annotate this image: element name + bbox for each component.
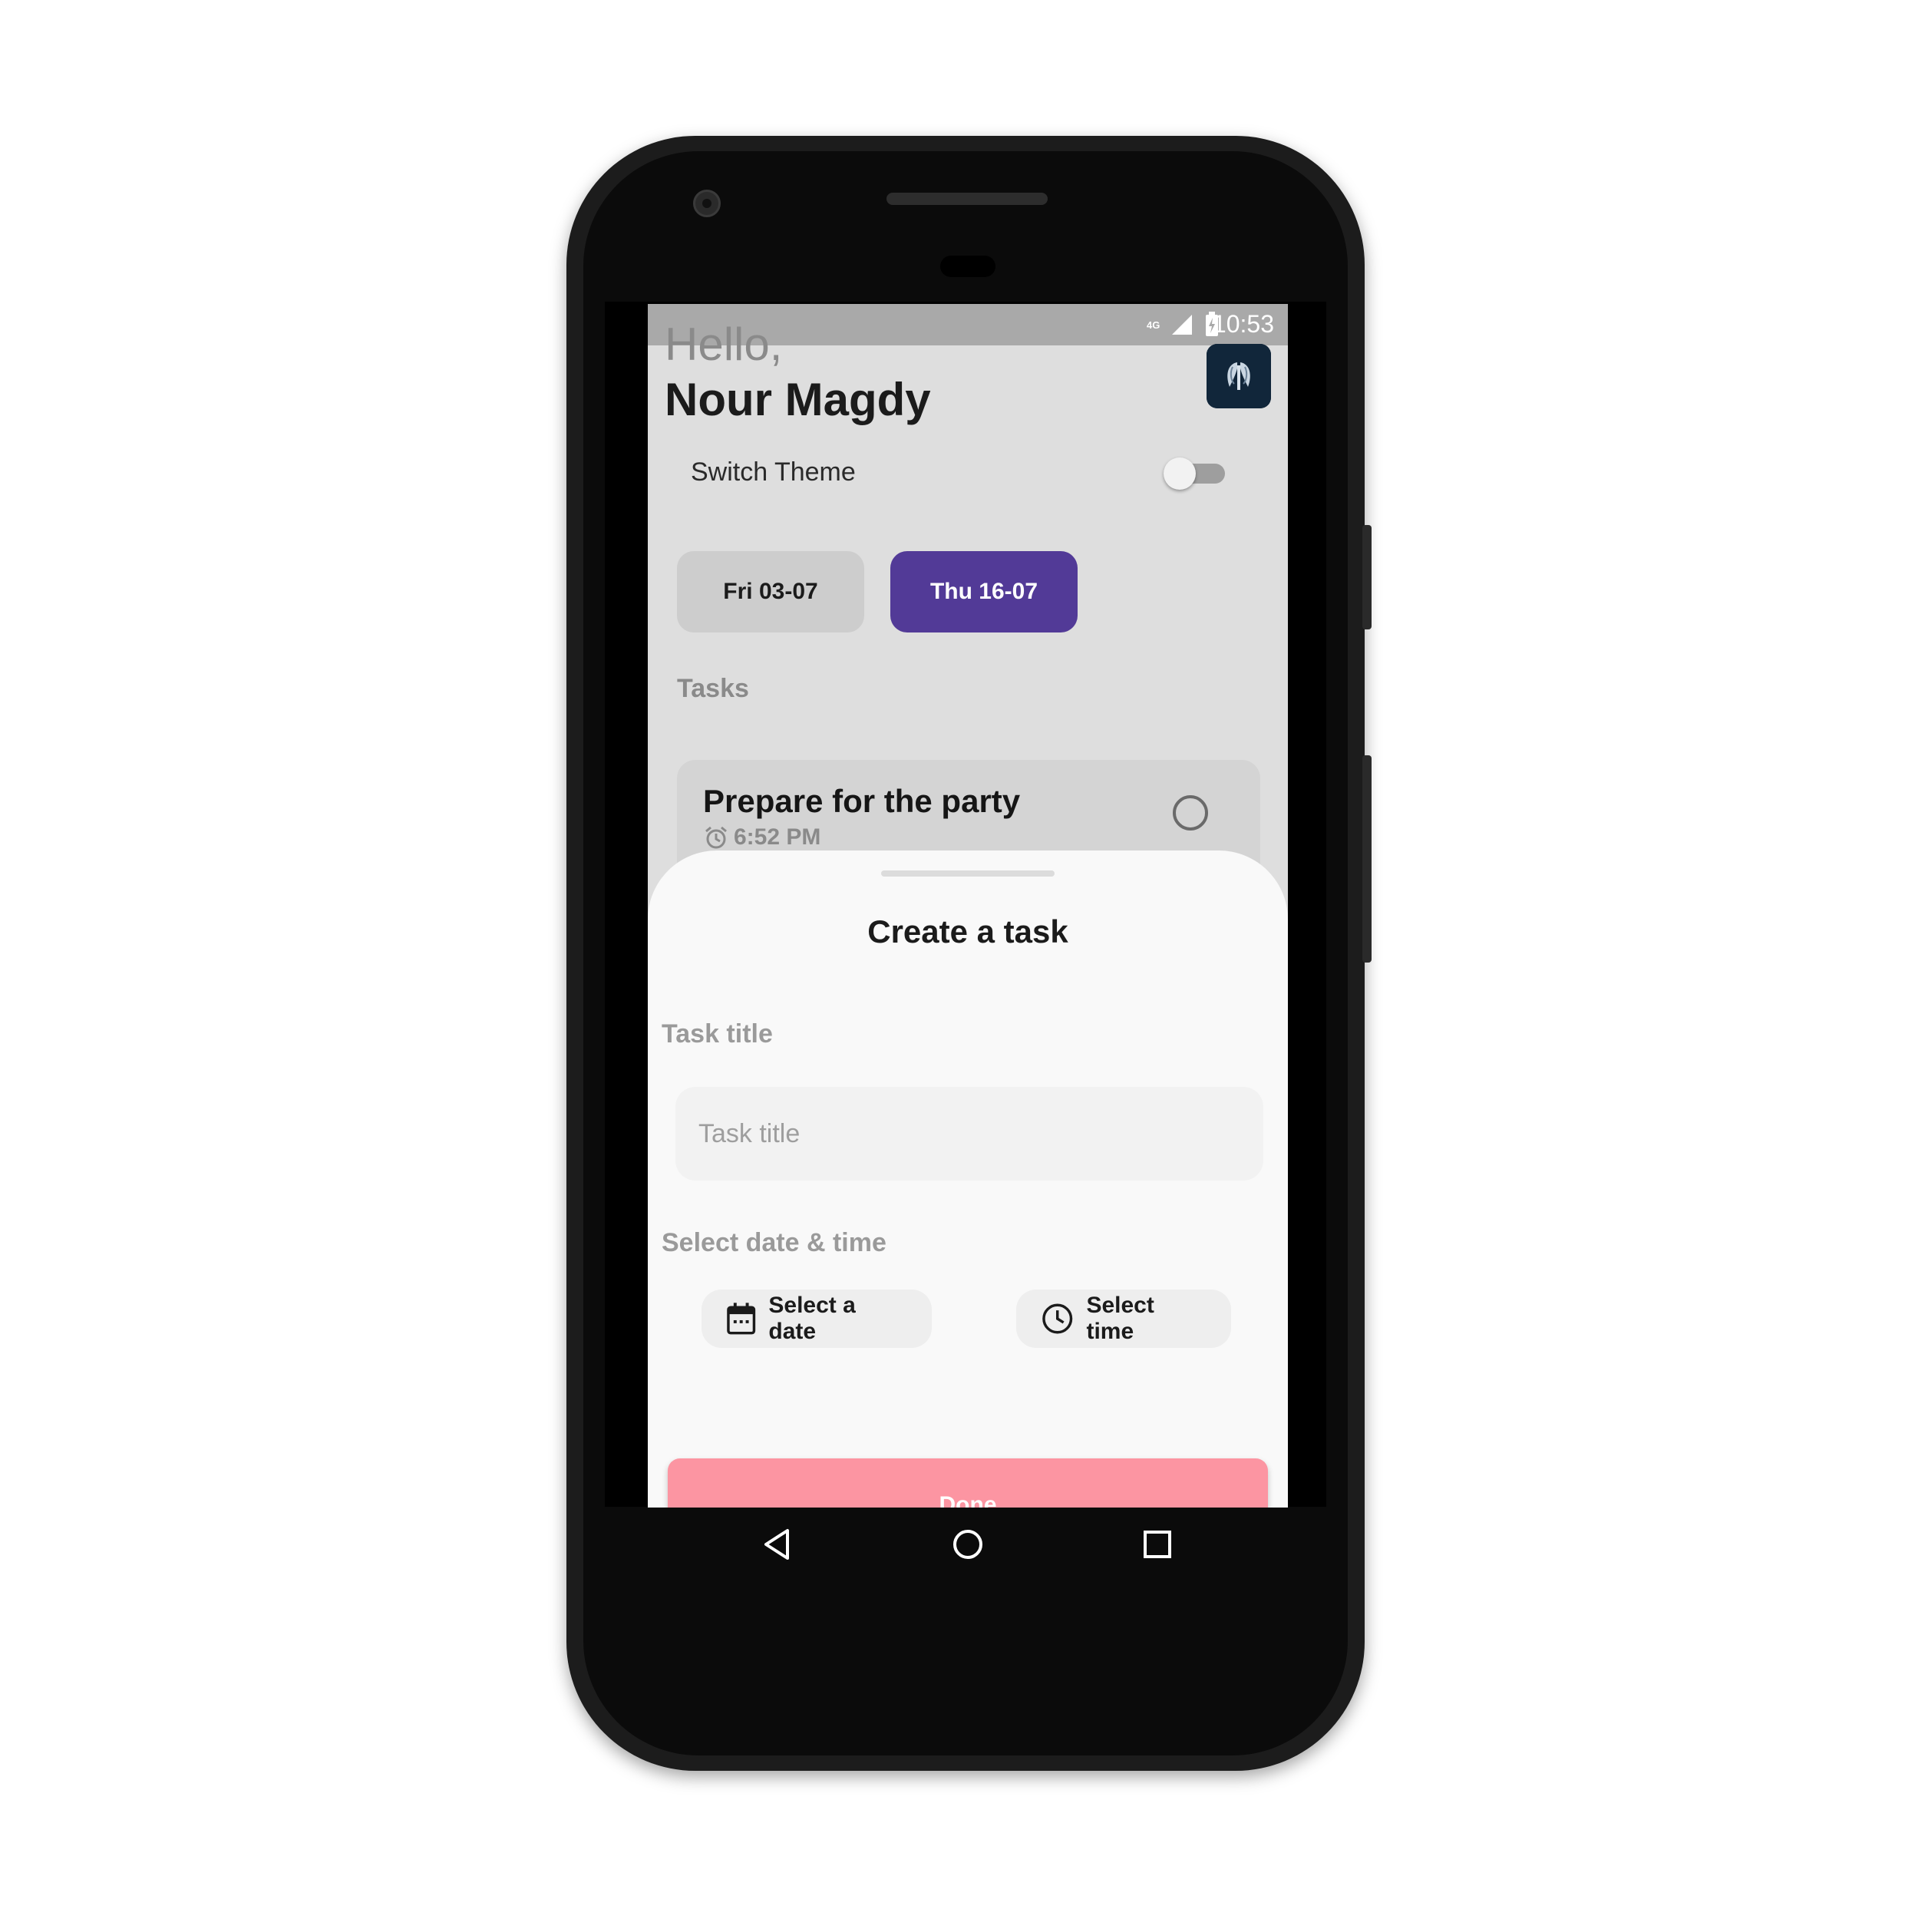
datetime-label: Select date & time xyxy=(662,1228,886,1257)
calendar-icon xyxy=(727,1303,756,1335)
wings-avatar-icon xyxy=(1207,344,1271,408)
date-chip-thu-16-07[interactable]: Thu 16-07 xyxy=(890,551,1078,632)
avatar[interactable] xyxy=(1207,344,1271,408)
front-camera xyxy=(693,190,721,217)
greeting-text: Hello, xyxy=(665,319,783,370)
nav-recents-button[interactable] xyxy=(1134,1521,1180,1567)
user-name: Nour Magdy xyxy=(665,374,931,425)
date-chip-fri-03-07[interactable]: Fri 03-07 xyxy=(677,551,864,632)
nav-back-button[interactable] xyxy=(755,1521,801,1567)
signal-icon xyxy=(1172,315,1193,335)
clock-icon xyxy=(1042,1303,1073,1334)
proximity-sensor xyxy=(940,256,995,277)
earpiece-speaker xyxy=(886,193,1048,205)
create-task-sheet: Create a task Task title Select date & t… xyxy=(648,850,1288,1508)
select-date-label: Select a date xyxy=(768,1293,856,1344)
nav-home-button[interactable] xyxy=(945,1521,991,1567)
sheet-drag-handle[interactable] xyxy=(881,870,1055,877)
theme-switch-thumb[interactable] xyxy=(1164,457,1196,490)
navigation-bar xyxy=(648,1508,1288,1584)
home-circle-icon xyxy=(953,1530,982,1559)
done-button[interactable]: Done xyxy=(668,1458,1268,1508)
alarm-icon xyxy=(705,826,727,849)
recents-square-icon xyxy=(1144,1531,1171,1558)
side-button-top xyxy=(1362,525,1372,629)
task-title-label: Task title xyxy=(662,1019,773,1049)
task-title: Prepare for the party xyxy=(703,783,1021,819)
network-type: 4G xyxy=(1147,319,1160,331)
back-triangle-icon xyxy=(764,1529,789,1560)
select-date-button[interactable]: Select a date xyxy=(702,1290,932,1348)
switch-theme-label: Switch Theme xyxy=(691,457,856,487)
task-title-input[interactable] xyxy=(675,1087,1263,1181)
side-button-volume xyxy=(1362,755,1372,963)
sheet-title: Create a task xyxy=(867,913,1068,949)
tasks-heading: Tasks xyxy=(677,674,749,703)
status-time: 10:53 xyxy=(1212,310,1274,338)
status-icons: 4G xyxy=(1147,312,1220,338)
task-complete-checkbox[interactable] xyxy=(1173,795,1208,831)
task-time-row: 6:52 PM xyxy=(703,824,820,850)
app-screen: 4G 10:53 Hello, Nour Magdy Switch Theme … xyxy=(648,304,1288,1508)
select-time-label: Select time xyxy=(1086,1293,1154,1344)
select-time-button[interactable]: Select time xyxy=(1016,1290,1231,1348)
task-time-text: 6:52 PM xyxy=(734,824,821,850)
